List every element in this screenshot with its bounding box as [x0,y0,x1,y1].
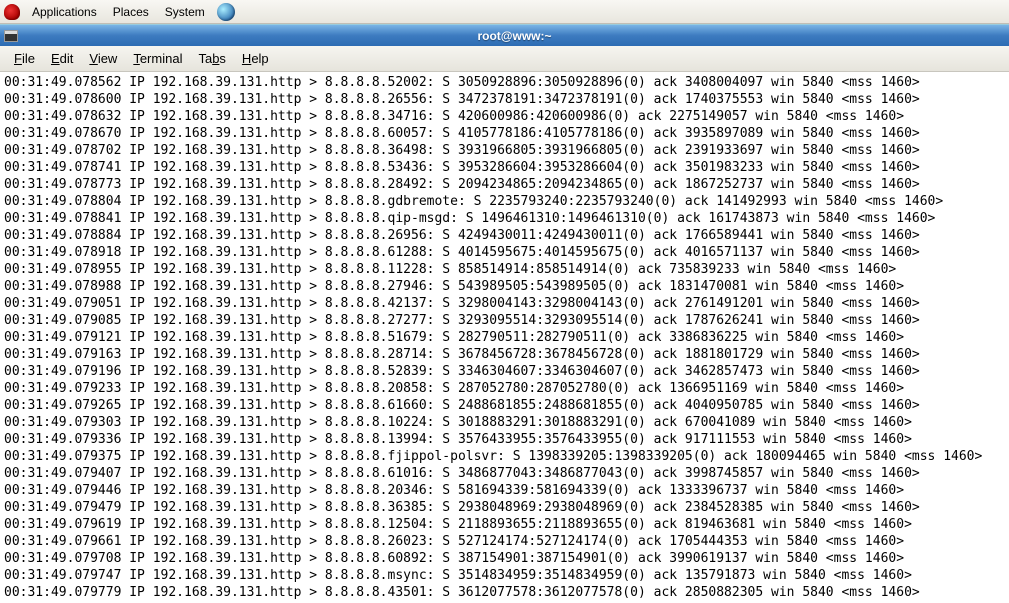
menu-edit[interactable]: Edit [43,49,81,68]
gnome-panel: Applications Places System [0,0,1009,24]
menu-terminal[interactable]: Terminal [125,49,190,68]
terminal-line: 00:31:49.079661 IP 192.168.39.131.http >… [4,533,1005,550]
terminal-line: 00:31:49.079779 IP 192.168.39.131.http >… [4,584,1005,601]
places-menu[interactable]: Places [105,3,157,21]
terminal-output[interactable]: 00:31:49.078562 IP 192.168.39.131.http >… [0,72,1009,603]
terminal-line: 00:31:49.079407 IP 192.168.39.131.http >… [4,465,1005,482]
terminal-line: 00:31:49.079708 IP 192.168.39.131.http >… [4,550,1005,567]
terminal-line: 00:31:49.078988 IP 192.168.39.131.http >… [4,278,1005,295]
menu-file[interactable]: File [6,49,43,68]
applications-menu[interactable]: Applications [24,3,105,21]
system-menu[interactable]: System [157,3,213,21]
terminal-line: 00:31:49.079619 IP 192.168.39.131.http >… [4,516,1005,533]
terminal-line: 00:31:49.078804 IP 192.168.39.131.http >… [4,193,1005,210]
terminal-line: 00:31:49.079336 IP 192.168.39.131.http >… [4,431,1005,448]
terminal-line: 00:31:49.078600 IP 192.168.39.131.http >… [4,91,1005,108]
menu-help[interactable]: Help [234,49,277,68]
terminal-line: 00:31:49.078773 IP 192.168.39.131.http >… [4,176,1005,193]
window-title: root@www:~ [24,29,1005,43]
window-titlebar[interactable]: root@www:~ [0,24,1009,46]
terminal-line: 00:31:49.078841 IP 192.168.39.131.http >… [4,210,1005,227]
terminal-line: 00:31:49.078884 IP 192.168.39.131.http >… [4,227,1005,244]
terminal-line: 00:31:49.079303 IP 192.168.39.131.http >… [4,414,1005,431]
terminal-line: 00:31:49.079446 IP 192.168.39.131.http >… [4,482,1005,499]
terminal-line: 00:31:49.078918 IP 192.168.39.131.http >… [4,244,1005,261]
terminal-line: 00:31:49.078955 IP 192.168.39.131.http >… [4,261,1005,278]
terminal-line: 00:31:49.079479 IP 192.168.39.131.http >… [4,499,1005,516]
terminal-line: 00:31:49.079196 IP 192.168.39.131.http >… [4,363,1005,380]
browser-launcher-icon[interactable] [217,3,235,21]
terminal-line: 00:31:49.079265 IP 192.168.39.131.http >… [4,397,1005,414]
distro-logo-icon[interactable] [4,4,20,20]
terminal-menubar: File Edit View Terminal Tabs Help [0,46,1009,72]
menu-tabs[interactable]: Tabs [190,49,233,68]
terminal-line: 00:31:49.078702 IP 192.168.39.131.http >… [4,142,1005,159]
terminal-line: 00:31:49.079163 IP 192.168.39.131.http >… [4,346,1005,363]
menu-view[interactable]: View [81,49,125,68]
terminal-line: 00:31:49.079233 IP 192.168.39.131.http >… [4,380,1005,397]
terminal-line: 00:31:49.079121 IP 192.168.39.131.http >… [4,329,1005,346]
terminal-line: 00:31:49.079747 IP 192.168.39.131.http >… [4,567,1005,584]
terminal-line: 00:31:49.078562 IP 192.168.39.131.http >… [4,74,1005,91]
terminal-window-icon [4,30,18,42]
terminal-line: 00:31:49.079051 IP 192.168.39.131.http >… [4,295,1005,312]
terminal-line: 00:31:49.078741 IP 192.168.39.131.http >… [4,159,1005,176]
terminal-line: 00:31:49.078670 IP 192.168.39.131.http >… [4,125,1005,142]
terminal-line: 00:31:49.078632 IP 192.168.39.131.http >… [4,108,1005,125]
terminal-line: 00:31:49.079085 IP 192.168.39.131.http >… [4,312,1005,329]
terminal-line: 00:31:49.079375 IP 192.168.39.131.http >… [4,448,1005,465]
